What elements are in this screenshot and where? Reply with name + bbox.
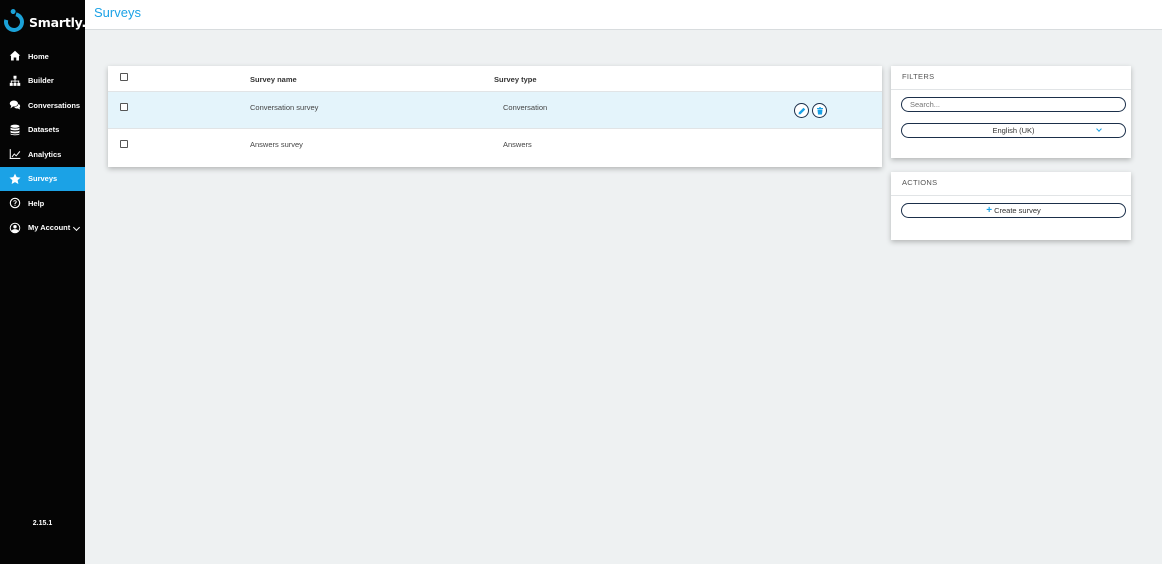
sidebar-item-analytics[interactable]: Analytics bbox=[0, 142, 85, 167]
sidebar-item-home[interactable]: Home bbox=[0, 44, 85, 69]
logo-icon bbox=[0, 8, 28, 36]
sidebar-item-datasets[interactable]: Datasets bbox=[0, 118, 85, 143]
sidebar-item-label: Builder bbox=[28, 76, 54, 86]
sidebar: Smartly.ai Home Builder Conversations Da… bbox=[0, 0, 99, 564]
column-header-survey-type[interactable]: Survey type bbox=[494, 75, 537, 84]
sidebar-item-label: Surveys bbox=[28, 174, 58, 184]
sidebar-item-builder[interactable]: Builder bbox=[0, 69, 85, 94]
sidebar-item-conversations[interactable]: Conversations bbox=[0, 93, 85, 118]
sidebar-item-my-account[interactable]: My Account bbox=[0, 216, 85, 241]
actions-title: ACTIONS bbox=[891, 172, 1131, 196]
edit-button[interactable] bbox=[794, 103, 809, 118]
language-select-value: English (UK) bbox=[992, 126, 1035, 135]
sidebar-item-label: Home bbox=[28, 51, 49, 61]
row-checkbox[interactable] bbox=[120, 140, 128, 148]
survey-name-cell: Answers survey bbox=[250, 140, 303, 149]
pencil-icon bbox=[798, 107, 805, 114]
survey-type-cell: Answers bbox=[503, 140, 532, 149]
table-row[interactable]: Conversation survey Conversation bbox=[108, 92, 882, 129]
sidebar-item-help[interactable]: Help bbox=[0, 191, 85, 216]
plus-icon: + bbox=[986, 205, 993, 216]
survey-type-cell: Conversation bbox=[503, 103, 548, 112]
sidebar-item-surveys[interactable]: Surveys bbox=[0, 166, 85, 191]
sidebar-item-label: Conversations bbox=[28, 100, 81, 110]
survey-name-cell: Conversation survey bbox=[250, 103, 319, 112]
language-select[interactable]: English (UK) bbox=[901, 123, 1126, 138]
page-title: Surveys bbox=[94, 5, 141, 20]
delete-button[interactable] bbox=[812, 103, 827, 118]
actions-panel: ACTIONS + Create survey bbox=[891, 172, 1131, 240]
chart-line-icon bbox=[9, 148, 21, 160]
chevron-down-icon[interactable] bbox=[72, 223, 81, 231]
sitemap-icon bbox=[9, 75, 21, 87]
user-circle-icon bbox=[9, 222, 21, 234]
trash-icon bbox=[816, 106, 823, 114]
sidebar-item-label: Analytics bbox=[28, 149, 62, 159]
sidebar-item-label: Datasets bbox=[28, 125, 60, 135]
sidebar-item-label: My Account bbox=[28, 223, 71, 233]
home-icon bbox=[9, 50, 21, 62]
table-header: Survey name Survey type bbox=[108, 66, 882, 92]
sidebar-item-label: Help bbox=[28, 198, 45, 208]
filters-panel: FILTERS English (UK) bbox=[891, 66, 1131, 158]
sidebar-nav: Home Builder Conversations Datasets Anal… bbox=[0, 44, 85, 240]
select-all-checkbox[interactable] bbox=[120, 73, 128, 81]
table-row[interactable]: Answers survey Answers bbox=[108, 129, 882, 166]
question-circle-icon bbox=[9, 197, 21, 209]
comments-icon bbox=[9, 99, 21, 111]
chevron-down-icon bbox=[1096, 126, 1102, 132]
search-input[interactable] bbox=[901, 97, 1126, 112]
star-icon bbox=[9, 173, 21, 185]
create-survey-button[interactable]: + Create survey bbox=[901, 203, 1126, 218]
filters-title: FILTERS bbox=[891, 66, 1131, 90]
column-header-survey-name[interactable]: Survey name bbox=[250, 75, 297, 84]
page-header: Surveys bbox=[85, 0, 1162, 30]
row-checkbox[interactable] bbox=[120, 103, 128, 111]
app-version: 2.15.1 bbox=[32, 520, 53, 527]
database-icon bbox=[9, 124, 21, 136]
create-survey-label: Create survey bbox=[994, 206, 1041, 215]
surveys-table: Survey name Survey type Conversation sur… bbox=[108, 66, 882, 167]
